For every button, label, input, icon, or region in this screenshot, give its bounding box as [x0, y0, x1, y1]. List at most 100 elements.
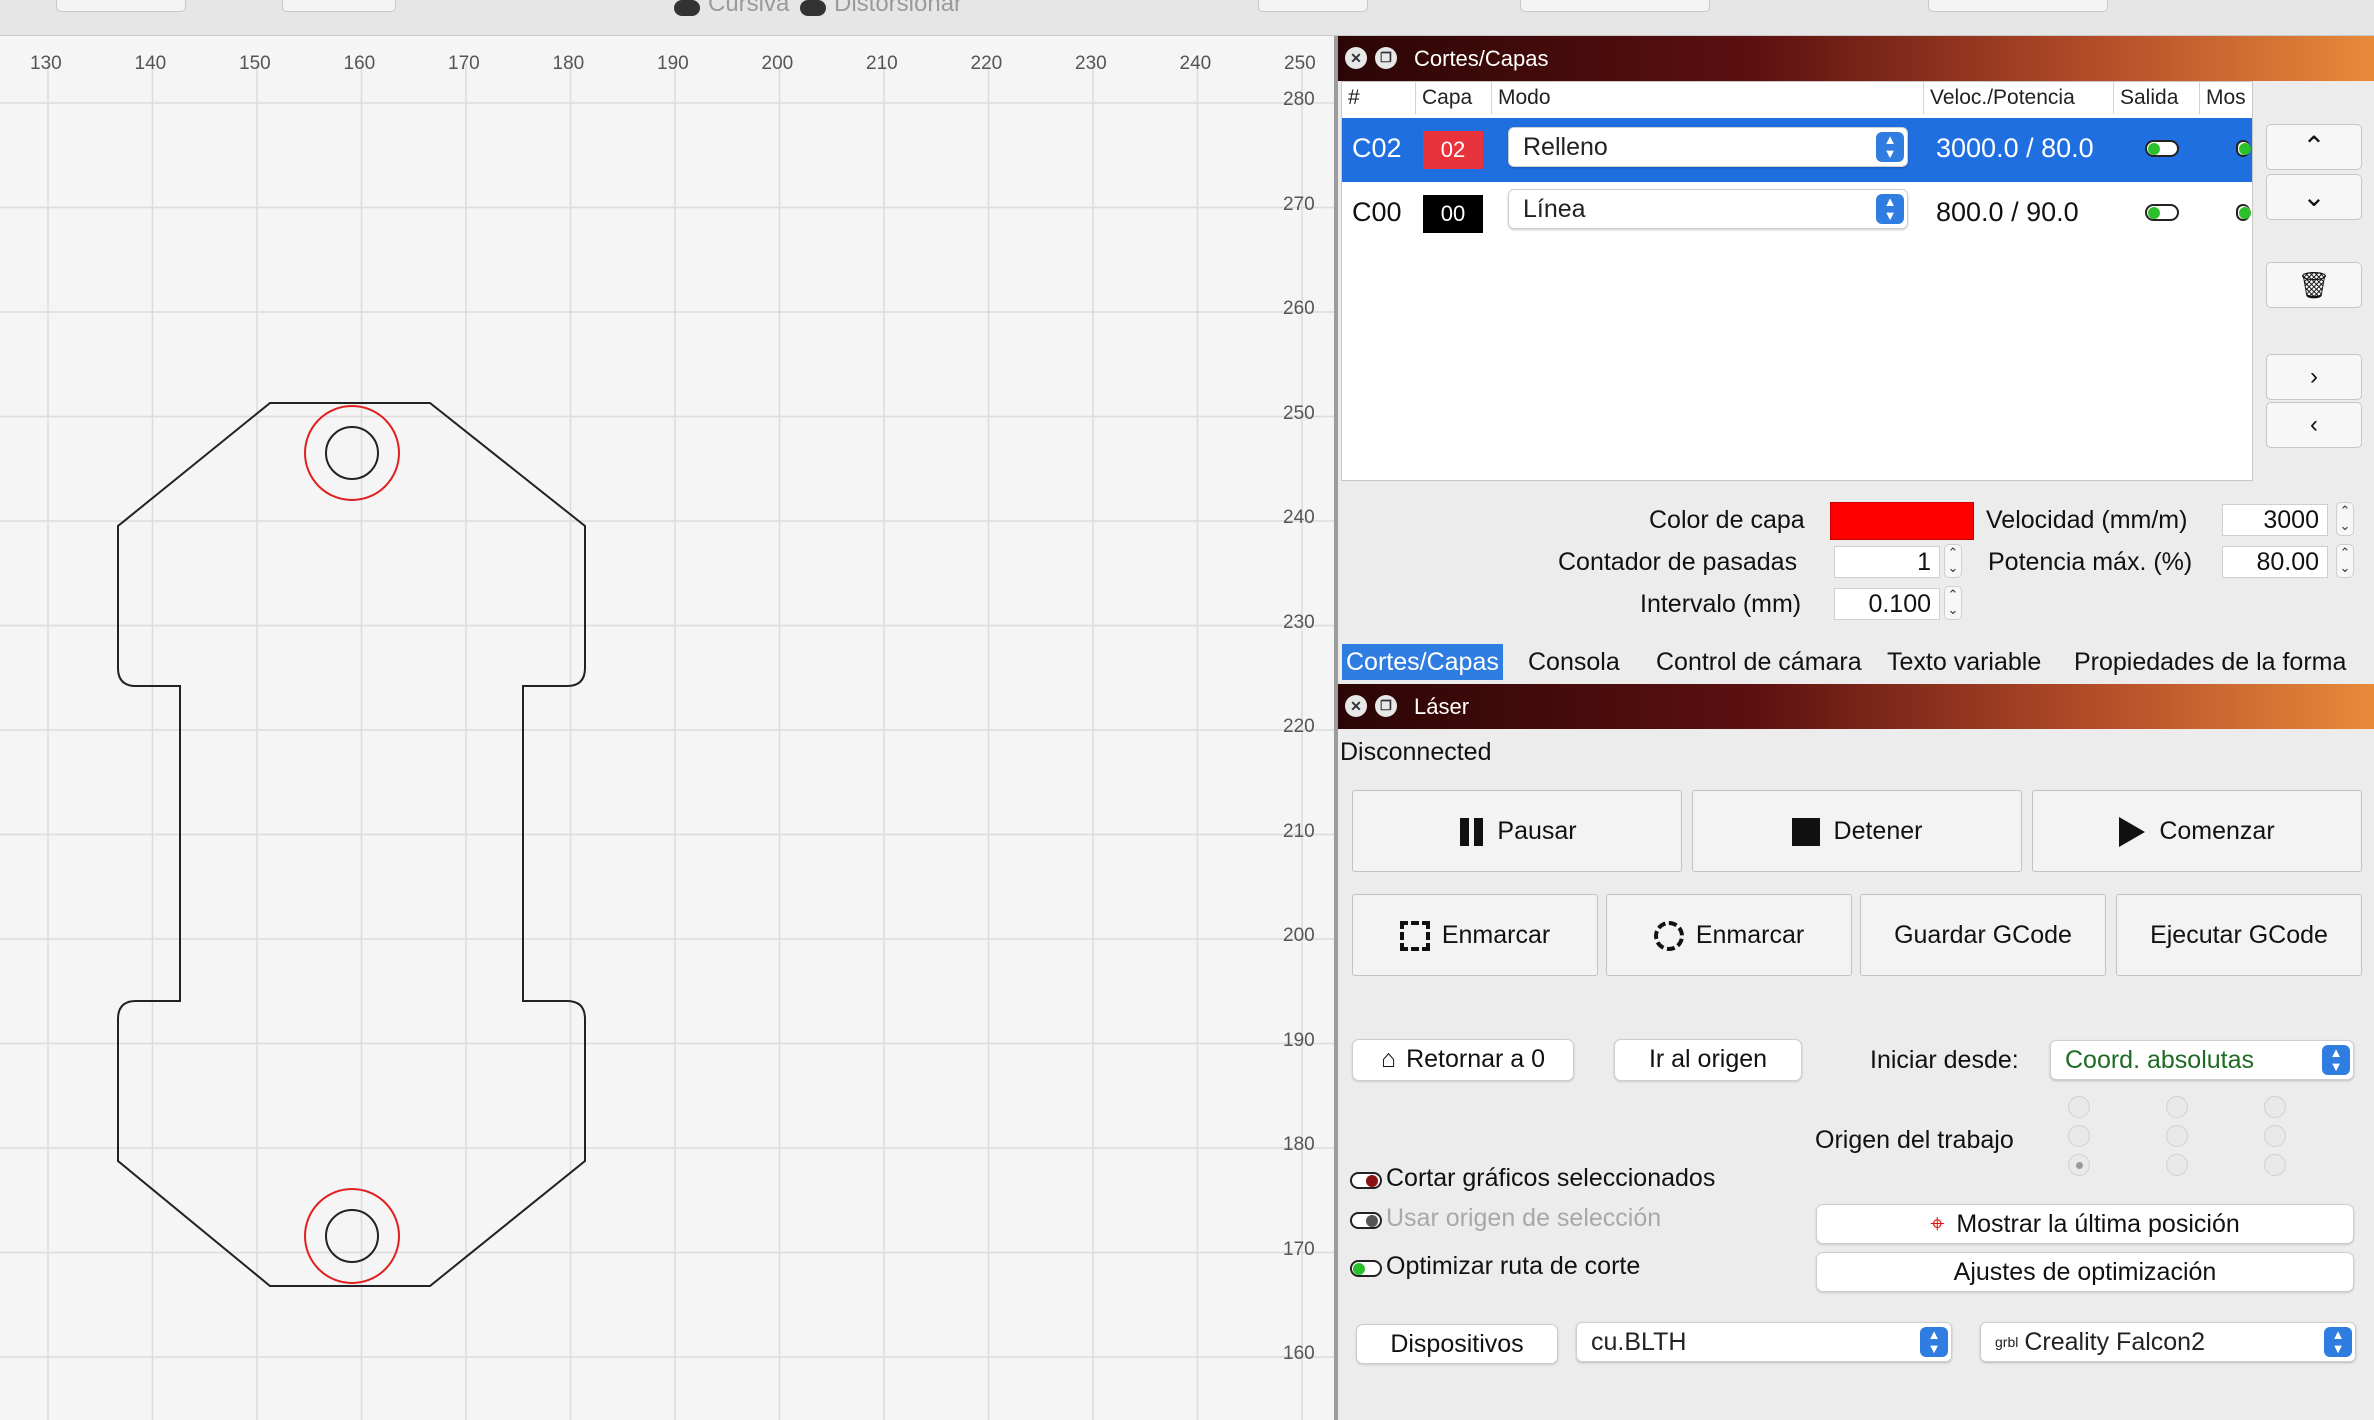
mode-select[interactable]: Relleno ▲ ▼: [1508, 127, 1908, 167]
origin-radio-middle-left[interactable]: [2068, 1125, 2090, 1147]
devices-button[interactable]: Dispositivos: [1356, 1324, 1558, 1364]
tab-camera-control[interactable]: Control de cámara: [1652, 644, 1866, 680]
chevron-updown-icon: ▲ ▼: [1876, 132, 1904, 162]
chevron-left-icon: ‹: [2310, 411, 2318, 438]
optimize-path-toggle[interactable]: [1350, 1260, 1382, 1277]
pause-icon: [1457, 818, 1485, 847]
move-right-button[interactable]: ›: [2266, 354, 2362, 400]
interval-field[interactable]: 0.100: [1834, 588, 1940, 620]
speed-field[interactable]: 3000: [2222, 504, 2328, 536]
laser-title: Láser: [1414, 694, 1470, 719]
spacing-y-field[interactable]: [1258, 0, 1368, 12]
move-up-button[interactable]: ⌃: [2266, 124, 2362, 170]
tab-variable-text[interactable]: Texto variable: [1883, 644, 2045, 680]
layer-swatch[interactable]: 00: [1423, 195, 1483, 233]
layer-swatch[interactable]: 02: [1423, 131, 1483, 169]
design-canvas[interactable]: 130 140 150 160 170 180 190 200 210 220 230 240 250 …: [0, 36, 1334, 1420]
show-toggle[interactable]: [2236, 140, 2251, 157]
col-header-show[interactable]: Mos: [2200, 82, 2252, 114]
passes-stepper[interactable]: ⌃ ⌄: [1944, 544, 1962, 578]
distort-toggle[interactable]: [800, 0, 826, 16]
frame-button[interactable]: Enmarcar: [1352, 894, 1598, 976]
top-toolbar: Cursiva Distorsionar: [0, 0, 2374, 36]
offset-field[interactable]: [1928, 0, 2108, 12]
speed-stepper[interactable]: ⌃ ⌄: [2336, 502, 2354, 536]
col-header-layer[interactable]: Capa: [1416, 82, 1492, 114]
start-label: Comenzar: [2159, 817, 2275, 845]
show-toggle[interactable]: [2236, 204, 2251, 221]
pause-button[interactable]: Pausar: [1352, 790, 1682, 872]
col-header-speed-power[interactable]: Veloc./Potencia: [1924, 82, 2114, 114]
run-gcode-button[interactable]: Ejecutar GCode: [2116, 894, 2362, 976]
home-label: Retornar a 0: [1406, 1045, 1546, 1073]
italic-toggle[interactable]: [674, 0, 700, 16]
machine-select[interactable]: grbl Creality Falcon2 ▲ ▼: [1980, 1322, 2356, 1362]
col-header-output[interactable]: Salida: [2114, 82, 2200, 114]
chevron-right-icon: ›: [2310, 363, 2318, 390]
chevron-down-icon: ⌄: [2302, 181, 2326, 212]
frame-circle-button[interactable]: Enmarcar: [1606, 894, 1852, 976]
tab-console[interactable]: Consola: [1524, 644, 1624, 680]
close-icon[interactable]: ✕: [1345, 695, 1367, 717]
start-from-value: Coord. absolutas: [2065, 1046, 2255, 1074]
layer-color-swatch[interactable]: [1830, 502, 1974, 540]
origin-radio-top-right[interactable]: [2264, 1096, 2286, 1118]
use-selection-origin-label: Usar origen de selección: [1386, 1204, 1662, 1232]
stop-button[interactable]: Detener: [1692, 790, 2022, 872]
origin-radio-middle-center[interactable]: [2166, 1125, 2188, 1147]
optimize-path-label: Optimizar ruta de corte: [1386, 1252, 1641, 1280]
origin-radio-bottom-center[interactable]: [2166, 1154, 2188, 1176]
mode-select[interactable]: Línea ▲ ▼: [1508, 189, 1908, 229]
origin-radio-middle-right[interactable]: [2264, 1125, 2286, 1147]
port-select[interactable]: cu.BLTH ▲ ▼: [1576, 1322, 1952, 1362]
chevron-updown-icon: ▲ ▼: [1920, 1327, 1948, 1357]
cuts-title: Cortes/Capas: [1414, 46, 1549, 71]
interval-stepper[interactable]: ⌃ ⌄: [1944, 586, 1962, 620]
mode-value: Relleno: [1523, 133, 1608, 161]
frame-label: Enmarcar: [1441, 921, 1551, 949]
start-button[interactable]: Comenzar: [2032, 790, 2362, 872]
origin-radio-top-center[interactable]: [2166, 1096, 2188, 1118]
delete-button[interactable]: 🗑: [2266, 262, 2362, 308]
cut-selected-toggle[interactable]: [1350, 1172, 1382, 1189]
float-icon[interactable]: ❐: [1375, 695, 1397, 717]
go-origin-button[interactable]: Ir al origen: [1614, 1039, 1802, 1081]
optimization-settings-button[interactable]: Ajustes de optimización: [1816, 1252, 2354, 1292]
move-down-button[interactable]: ⌄: [2266, 174, 2362, 220]
cuts-titlebar: ✕ ❐ Cortes/Capas: [1338, 36, 2374, 81]
close-icon[interactable]: ✕: [1345, 47, 1367, 69]
output-toggle[interactable]: [2145, 204, 2179, 221]
layers-table: # Capa Modo Veloc./Potencia Salida Mos C…: [1341, 81, 2253, 481]
laser-titlebar: ✕ ❐ Láser: [1338, 684, 2374, 729]
align-y-select[interactable]: [1520, 0, 1710, 12]
start-from-select[interactable]: Coord. absolutas ▲ ▼: [2050, 1040, 2354, 1080]
home-icon: ⌂: [1380, 1045, 1397, 1073]
home-button[interactable]: ⌂ Retornar a 0: [1352, 1039, 1574, 1081]
origin-radio-top-left[interactable]: [2068, 1096, 2090, 1118]
play-icon: [2119, 817, 2146, 848]
col-header-mode[interactable]: Modo: [1492, 82, 1924, 114]
power-stepper[interactable]: ⌃ ⌄: [2336, 544, 2354, 578]
table-row[interactable]: C00 00 Línea ▲ ▼ 800.0 / 90.0: [1342, 182, 2252, 246]
col-header-number[interactable]: #: [1342, 82, 1416, 114]
zoom-field[interactable]: [56, 0, 186, 12]
top-hole-ring: [304, 405, 400, 501]
show-last-position-button[interactable]: ⌖ Mostrar la última posición: [1816, 1204, 2354, 1244]
table-row[interactable]: C02 02 Relleno ▲ ▼ 3000.0 / 80.0: [1342, 118, 2252, 182]
connection-status: Disconnected: [1340, 738, 1492, 766]
stop-icon: [1791, 818, 1820, 847]
chevron-up-icon: ⌃: [2302, 131, 2326, 162]
power-field[interactable]: 80.00: [2222, 546, 2328, 578]
origin-radio-bottom-right[interactable]: [2264, 1154, 2286, 1176]
float-icon[interactable]: ❐: [1375, 47, 1397, 69]
tab-cuts-layers[interactable]: Cortes/Capas: [1342, 644, 1503, 680]
output-toggle[interactable]: [2145, 140, 2179, 157]
tab-shape-properties[interactable]: Propiedades de la forma: [2070, 644, 2350, 680]
move-left-button[interactable]: ‹: [2266, 402, 2362, 448]
crosshair-icon: ⌖: [1930, 1210, 1945, 1238]
passes-field[interactable]: 1: [1834, 546, 1940, 578]
toolbar-button-group[interactable]: [282, 0, 396, 12]
origin-radio-bottom-left[interactable]: [2068, 1154, 2090, 1176]
use-selection-origin-toggle[interactable]: [1350, 1212, 1382, 1229]
save-gcode-button[interactable]: Guardar GCode: [1860, 894, 2106, 976]
